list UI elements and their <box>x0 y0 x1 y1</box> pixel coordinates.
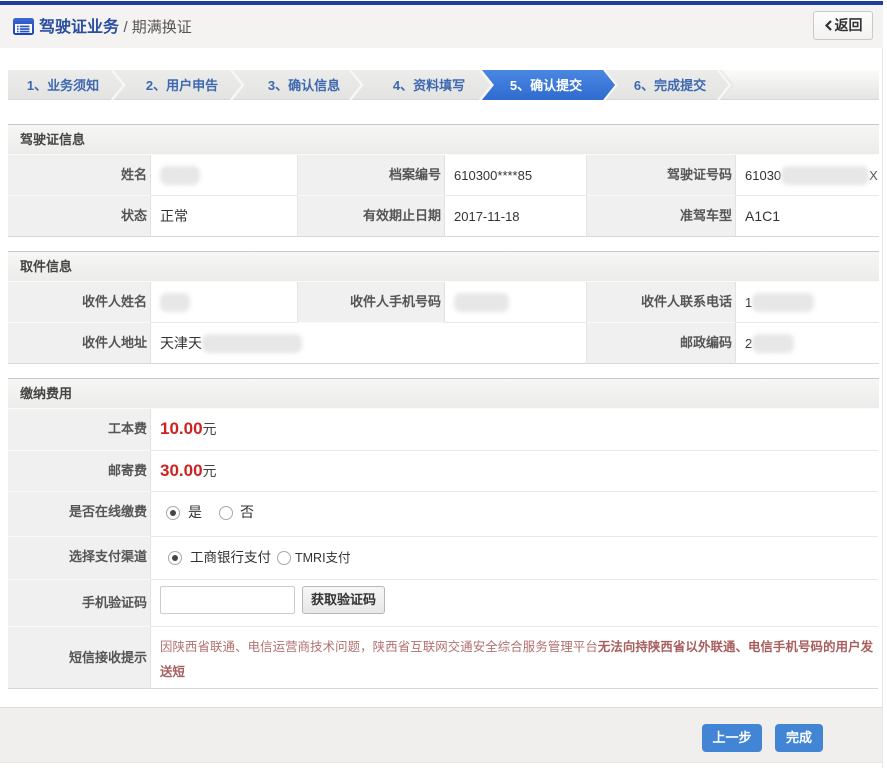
svg-text:5、确认提交: 5、确认提交 <box>510 78 582 93</box>
svg-text:6、完成提交: 6、完成提交 <box>634 78 706 93</box>
svg-text:1、业务须知: 1、业务须知 <box>27 78 99 93</box>
svg-text:3、确认信息: 3、确认信息 <box>268 78 340 93</box>
svg-text:2、用户申告: 2、用户申告 <box>146 78 218 93</box>
svg-text:4、资料填写: 4、资料填写 <box>393 78 465 93</box>
